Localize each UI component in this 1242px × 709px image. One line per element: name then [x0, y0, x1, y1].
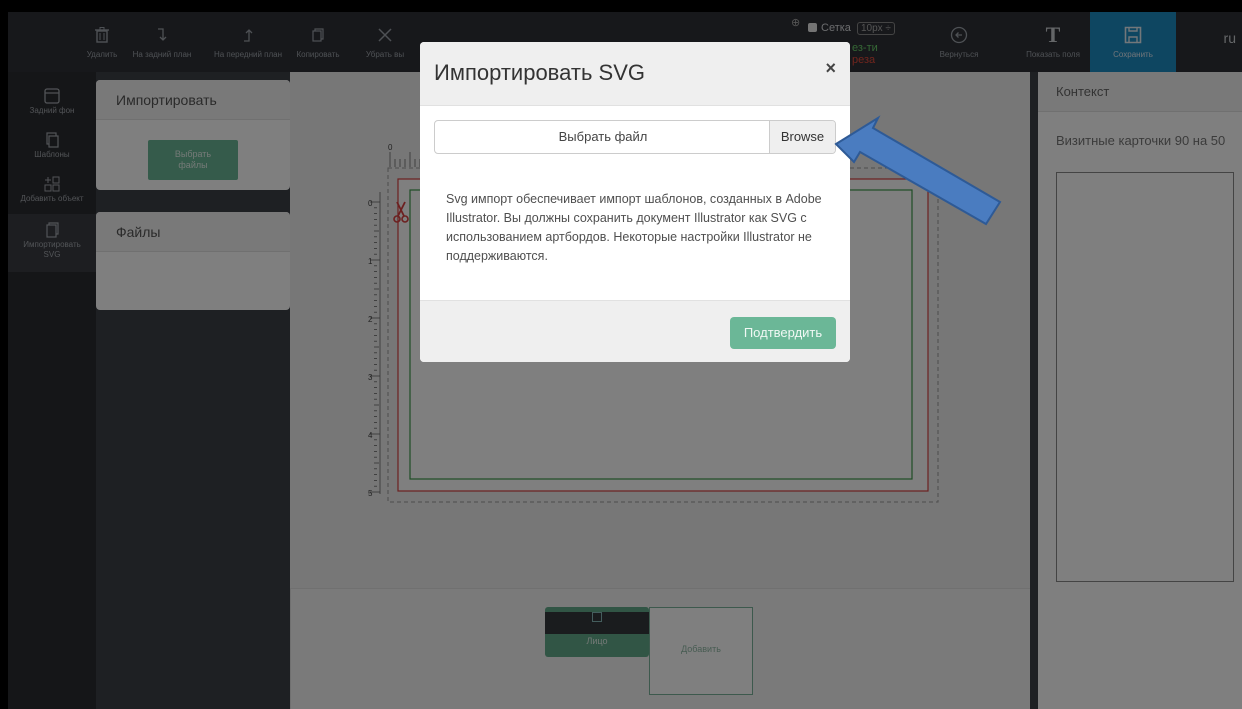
- confirm-button[interactable]: Подтвердить: [730, 317, 836, 349]
- close-button[interactable]: ×: [825, 58, 836, 79]
- app-screen: Удалить На задний план На передний план …: [8, 12, 1242, 709]
- import-svg-dialog: Импортировать SVG × Выбрать файл Browse …: [420, 42, 850, 362]
- dialog-footer: Подтвердить: [420, 300, 850, 362]
- file-input[interactable]: Выбрать файл Browse: [434, 120, 836, 154]
- file-input-label[interactable]: Выбрать файл: [435, 121, 771, 153]
- dialog-header: Импортировать SVG ×: [420, 42, 850, 106]
- browse-button[interactable]: Browse: [769, 121, 835, 153]
- dialog-description: Svg импорт обеспечивает импорт шаблонов,…: [446, 192, 822, 263]
- dialog-title: Импортировать SVG: [434, 60, 645, 85]
